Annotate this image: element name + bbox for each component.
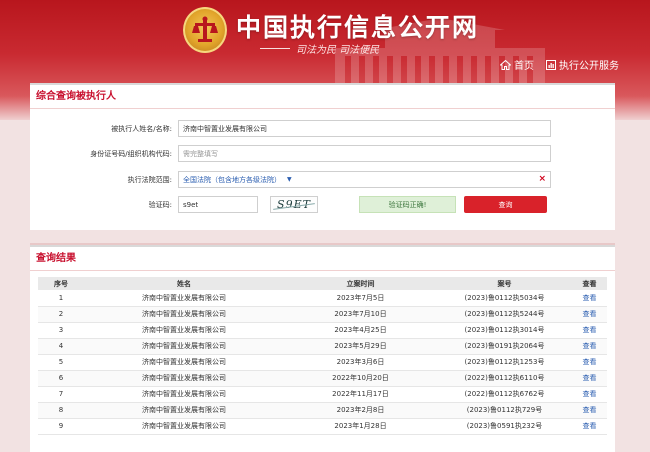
chart-icon [546,59,556,70]
row-case: (2023)鲁0112执5244号 [437,306,572,323]
slogan: 司法为民 司法便民 [260,40,379,56]
row-seq: 3 [38,322,84,339]
view-link[interactable]: 查看 [583,390,597,398]
query-panel: 综合查询被执行人 被执行人姓名/名称: 济南中智置业发展有限公司 身份证号码/组… [30,83,615,230]
row-name: 济南中智置业发展有限公司 [84,338,284,355]
nav-enforcement-service[interactable]: 执行公开服务 [546,57,619,72]
court-row: 执行法院范围: 全国法院（包含地方各级法院） ▼ × [30,171,551,188]
table-row: 1 济南中智置业发展有限公司 2023年7月5日 (2023)鲁0112执503… [38,290,607,307]
row-name: 济南中智置业发展有限公司 [84,418,284,435]
table-header-row: 序号 姓名 立案时间 案号 查看 [38,277,607,290]
captcha-image-text: S9ET [277,198,311,211]
row-case: (2023)鲁0112执5034号 [437,290,572,307]
row-date: 2023年7月5日 [284,290,437,307]
row-case: (2023)鲁0191执2064号 [437,338,572,355]
results-table: 序号 姓名 立案时间 案号 查看 1 济南中智置业发展有限公司 2023年7月5… [38,277,607,435]
row-seq: 7 [38,386,84,403]
col-date-header: 立案时间 [284,277,437,290]
col-view-header: 查看 [572,277,607,290]
court-label: 执行法院范围: [127,175,172,184]
court-emblem-logo [183,7,227,53]
captcha-status-badge: 验证码正确! [359,196,456,213]
row-case: (2023)鲁0112执3014号 [437,322,572,339]
home-icon [500,59,511,70]
nav-home-label: 首页 [514,61,534,72]
row-case: (2023)鲁0112执1253号 [437,354,572,371]
view-link[interactable]: 查看 [583,294,597,302]
nav-enforcement-service-label: 执行公开服务 [559,61,619,72]
col-seq-header: 序号 [38,277,84,290]
query-section-title: 综合查询被执行人 [30,85,615,109]
row-seq: 1 [38,290,84,307]
id-input-placeholder: 需完整填写 [183,149,218,158]
captcha-input-value: s9et [183,200,199,209]
row-date: 2023年3月6日 [284,354,437,371]
captcha-label: 验证码: [148,200,172,209]
row-case: (2023)鲁0591执232号 [437,418,572,435]
name-input-value: 济南中智置业发展有限公司 [183,124,267,133]
name-row: 被执行人姓名/名称: 济南中智置业发展有限公司 [30,120,551,137]
table-row: 9 济南中智置业发展有限公司 2023年1月28日 (2023)鲁0591执23… [38,418,607,435]
row-seq: 4 [38,338,84,355]
row-name: 济南中智置业发展有限公司 [84,354,284,371]
view-link[interactable]: 查看 [583,374,597,382]
row-seq: 8 [38,402,84,419]
row-case: (2023)鲁0112执729号 [437,402,572,419]
col-case-header: 案号 [437,277,572,290]
table-row: 8 济南中智置业发展有限公司 2023年2月8日 (2023)鲁0112执729… [38,402,607,419]
row-case: (2022)鲁0112执6762号 [437,386,572,403]
court-select[interactable]: 全国法院（包含地方各级法院） ▼ × [178,171,551,188]
row-date: 2023年2月8日 [284,402,437,419]
row-date: 2023年1月28日 [284,418,437,435]
view-link[interactable]: 查看 [583,358,597,366]
chevron-down-icon: ▼ [287,176,292,183]
top-nav: 首页 执行公开服务 [500,57,619,72]
view-link[interactable]: 查看 [583,342,597,350]
id-label: 身份证号码/组织机构代码: [90,149,172,158]
captcha-row: 验证码: s9et S9ET 验证码正确! 查询 [30,196,547,213]
table-row: 3 济南中智置业发展有限公司 2023年4月25日 (2023)鲁0112执30… [38,322,607,339]
row-seq: 9 [38,418,84,435]
table-row: 2 济南中智置业发展有限公司 2023年7月10日 (2023)鲁0112执52… [38,306,607,323]
row-date: 2022年10月20日 [284,370,437,387]
row-date: 2023年7月10日 [284,306,437,323]
id-row: 身份证号码/组织机构代码: 需完整填写 [30,145,551,162]
row-seq: 6 [38,370,84,387]
captcha-input[interactable]: s9et [178,196,258,213]
id-input[interactable]: 需完整填写 [178,145,551,162]
row-date: 2023年4月25日 [284,322,437,339]
results-panel: 查询结果 序号 姓名 立案时间 案号 查看 1 济南中智置业发展有限公司 202… [30,245,615,452]
row-name: 济南中智置业发展有限公司 [84,386,284,403]
row-name: 济南中智置业发展有限公司 [84,306,284,323]
slogan-text: 司法为民 司法便民 [296,44,380,56]
row-case: (2022)鲁0112执6110号 [437,370,572,387]
name-input[interactable]: 济南中智置业发展有限公司 [178,120,551,137]
col-name-header: 姓名 [84,277,284,290]
table-row: 6 济南中智置业发展有限公司 2022年10月20日 (2022)鲁0112执6… [38,370,607,387]
view-link[interactable]: 查看 [583,406,597,414]
table-row: 5 济南中智置业发展有限公司 2023年3月6日 (2023)鲁0112执125… [38,354,607,371]
court-select-value: 全国法院（包含地方各级法院） [183,175,281,184]
row-seq: 2 [38,306,84,323]
view-link[interactable]: 查看 [583,326,597,334]
nav-home[interactable]: 首页 [500,57,534,72]
view-link[interactable]: 查看 [583,422,597,430]
table-row: 4 济南中智置业发展有限公司 2023年5月29日 (2023)鲁0191执20… [38,338,607,355]
name-label: 被执行人姓名/名称: [111,124,172,133]
results-section-title: 查询结果 [30,247,615,271]
row-seq: 5 [38,354,84,371]
table-row: 7 济南中智置业发展有限公司 2022年11月17日 (2022)鲁0112执6… [38,386,607,403]
row-name: 济南中智置业发展有限公司 [84,370,284,387]
captcha-image[interactable]: S9ET [270,196,318,213]
site-title: 中国执行信息公开网 [236,13,480,42]
row-date: 2022年11月17日 [284,386,437,403]
row-date: 2023年5月29日 [284,338,437,355]
row-name: 济南中智置业发展有限公司 [84,322,284,339]
search-button[interactable]: 查询 [464,196,547,213]
row-name: 济南中智置业发展有限公司 [84,290,284,307]
slogan-divider [260,47,290,49]
clear-icon[interactable]: × [538,174,546,184]
view-link[interactable]: 查看 [583,310,597,318]
row-name: 济南中智置业发展有限公司 [84,402,284,419]
